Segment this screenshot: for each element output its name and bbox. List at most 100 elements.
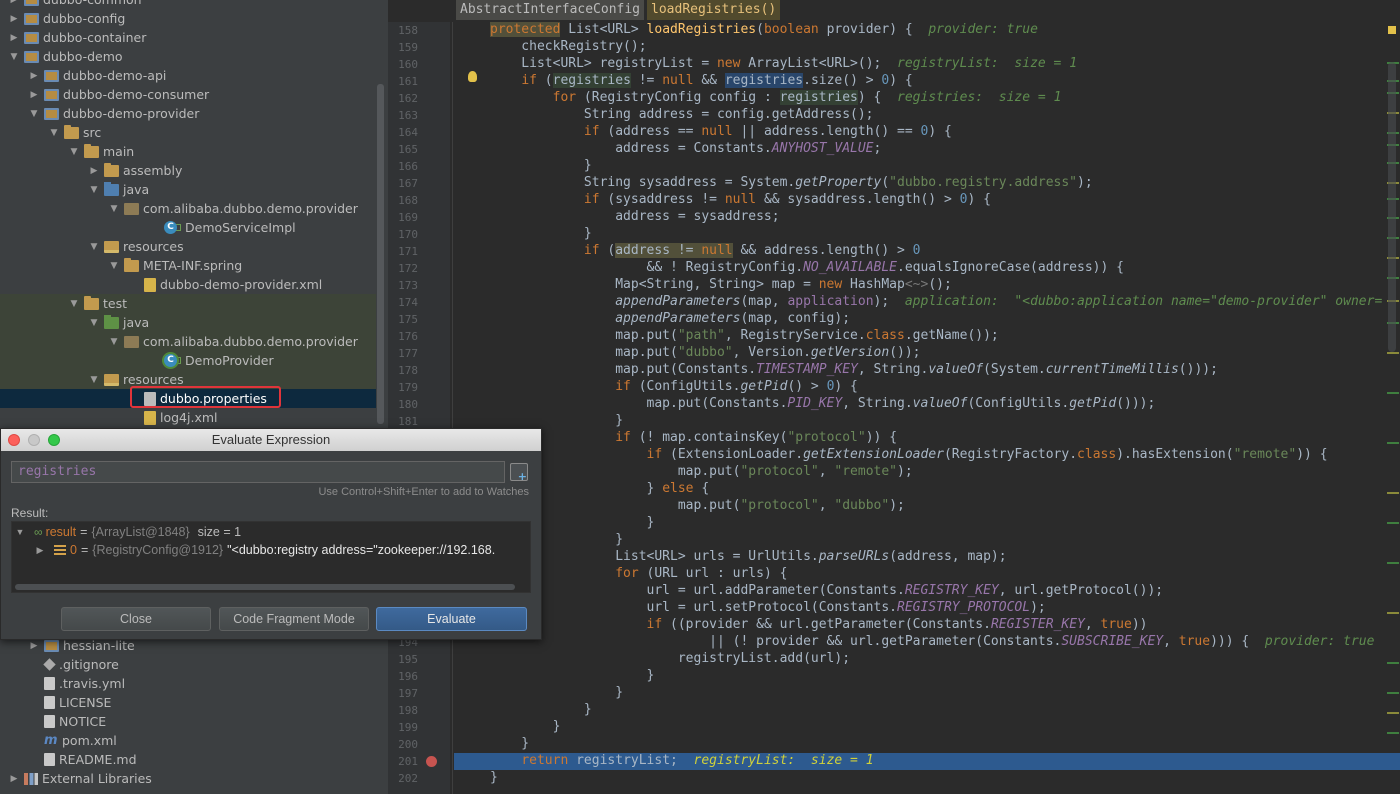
stripe-marker[interactable] [1387,392,1399,394]
stripe-marker[interactable] [1387,612,1399,614]
line-number: 166 [398,160,418,173]
tree-item[interactable]: ▶ assembly [0,161,376,180]
collapse-arrow-icon[interactable]: ▼ [8,52,20,62]
collapse-arrow-icon[interactable]: ▼ [68,299,80,309]
collapse-arrow-icon[interactable]: ▼ [108,204,120,214]
error-stripe[interactable] [1387,22,1400,794]
code-fragment-mode-button[interactable]: Code Fragment Mode [219,607,369,631]
tree-item[interactable]: C DemoProvider [0,351,376,370]
collapse-arrow-icon[interactable]: ▼ [68,147,80,157]
stripe-marker[interactable] [1387,732,1399,734]
collapse-arrow-icon[interactable]: ▼ [88,242,100,252]
tree-item[interactable]: README.md [0,750,376,769]
result-scrollbar[interactable] [15,584,515,590]
stripe-marker[interactable] [1387,662,1399,664]
tree-item[interactable]: ▼ META-INF.spring [0,256,376,275]
result-label: Result: [11,506,49,520]
dialog-titlebar[interactable]: Evaluate Expression [1,429,541,451]
expand-arrow-icon[interactable]: ▶ [88,166,100,176]
window-close-icon[interactable] [8,434,20,446]
collapse-arrow-icon[interactable]: ▼ [88,185,100,195]
tree-item[interactable]: LICENSE [0,693,376,712]
close-button[interactable]: Close [61,607,211,631]
child-value: "<dubbo:registry address="zookeeper://19… [227,543,496,557]
stripe-marker[interactable] [1387,352,1399,354]
collapse-arrow-icon[interactable]: ▼ [88,318,100,328]
expand-arrow-icon[interactable]: ▶ [8,14,20,24]
tree-item[interactable]: ▶ External Libraries [0,769,376,788]
tree-item[interactable]: ▼ test [0,294,376,313]
watch-hint: Use Control+Shift+Enter to add to Watche… [318,486,529,498]
code-token: null [701,124,733,139]
add-to-watches-icon[interactable] [510,463,528,483]
tree-item[interactable]: ▼ java [0,313,376,332]
tree-item[interactable]: C DemoServiceImpl [0,218,376,237]
inline-debug-value: registryList: size = 1 [693,753,874,768]
stripe-marker[interactable] [1387,442,1399,444]
tree-item[interactable]: ▶ dubbo-demo-api [0,66,376,85]
collapse-arrow-icon[interactable]: ▼ [48,128,60,138]
tree-item[interactable]: ▼ dubbo-demo-provider [0,104,376,123]
expand-arrow-icon[interactable]: ▶ [8,774,20,784]
collapse-arrow-icon[interactable]: ▼ [28,109,40,119]
evaluate-button[interactable]: Evaluate [376,607,527,631]
tree-item[interactable]: ▼ java [0,180,376,199]
tree-item[interactable]: ▶ dubbo-container [0,28,376,47]
window-minimize-icon[interactable] [28,434,40,446]
stripe-marker[interactable] [1387,562,1399,564]
tree-item-label: main [103,144,135,159]
tree-item[interactable]: ▼ src [0,123,376,142]
expand-arrow-icon[interactable]: ▶ [34,545,46,556]
tree-item[interactable]: ▼ com.alibaba.dubbo.demo.provider [0,199,376,218]
tree-item[interactable]: m pom.xml [0,731,376,750]
expand-arrow-icon[interactable]: ▶ [28,71,40,81]
lightbulb-icon[interactable] [468,71,477,82]
code-token: if [646,617,663,632]
expand-arrow-icon[interactable]: ▶ [28,641,40,651]
collapse-arrow-icon[interactable]: ▼ [108,337,120,347]
breadcrumb-class[interactable]: AbstractInterfaceConfig [456,0,645,20]
tree-item[interactable]: .travis.yml [0,674,376,693]
code-token: "dubbo" [677,345,733,360]
result-child-row[interactable]: ▶ 0 = {RegistryConfig@1912} "<dubbo:regi… [34,541,496,559]
window-zoom-icon[interactable] [48,434,60,446]
line-number: 198 [398,704,418,717]
collapse-arrow-icon[interactable]: ▼ [108,261,120,271]
line-number: 171 [398,245,418,258]
tree-item-label: dubbo-demo-api [63,68,167,83]
tree-item[interactable]: log4j.xml [0,408,376,427]
code-line: } [490,770,498,785]
result-name: result [45,525,77,539]
tree-item[interactable]: NOTICE [0,712,376,731]
tree-item[interactable]: ▼ resources [0,237,376,256]
code-token: registries [552,73,631,88]
stripe-marker[interactable] [1387,692,1399,694]
editor-scrollbar[interactable] [1388,62,1396,352]
collapse-arrow-icon[interactable]: ▼ [88,375,100,385]
tree-scrollbar[interactable] [377,84,384,424]
stripe-marker[interactable] [1387,522,1399,524]
tree-item[interactable]: .gitignore [0,655,376,674]
code-line: appendParameters(map, config); [615,311,851,326]
tree-item[interactable]: ▶ dubbo-common [0,0,376,9]
breadcrumb-method[interactable]: loadRegistries() [647,0,781,20]
code-line: List<URL> registryList = new ArrayList<U… [490,56,1078,71]
stripe-marker[interactable] [1387,492,1399,494]
expand-arrow-icon[interactable]: ▶ [8,0,20,5]
tree-item[interactable]: ▼ com.alibaba.dubbo.demo.provider [0,332,376,351]
code-editor[interactable]: AbstractInterfaceConfig loadRegistries()… [388,0,1400,794]
expand-arrow-icon[interactable]: ▼ [14,527,26,537]
tree-item[interactable]: ▶ dubbo-demo-consumer [0,85,376,104]
expand-arrow-icon[interactable]: ▶ [8,33,20,43]
stripe-marker[interactable] [1387,712,1399,714]
expand-arrow-icon[interactable]: ▶ [28,90,40,100]
expression-input[interactable]: registries [11,461,505,483]
tree-item[interactable]: ▶ dubbo-config [0,9,376,28]
tree-item[interactable]: ▼ dubbo-demo [0,47,376,66]
result-row[interactable]: ▼ ∞ result = {ArrayList@1848} size = 1 [14,523,242,541]
tree-item[interactable]: ▼ main [0,142,376,161]
tree-item[interactable]: dubbo-demo-provider.xml [0,275,376,294]
breakpoint-icon[interactable] [426,756,437,767]
code-line: || (! provider && url.getParameter(Const… [490,634,1375,649]
tree-item-label: LICENSE [59,695,112,710]
